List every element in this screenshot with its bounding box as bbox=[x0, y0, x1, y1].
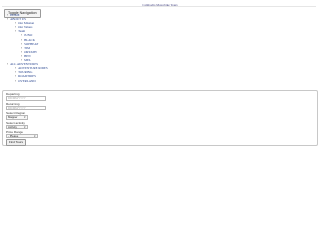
region-select-value: Mapper bbox=[8, 115, 18, 119]
main-menu: HOME ABOUT US Our Mission Our Values Tea… bbox=[7, 13, 48, 83]
price-range-select-value: - Please bbox=[8, 133, 19, 138]
activity-select-value: Activity bbox=[8, 124, 17, 129]
menu-item-overland[interactable]: OVERLAND bbox=[15, 79, 48, 83]
returning-date-input[interactable]: DD/MM/YYYY bbox=[6, 105, 46, 111]
activity-select[interactable]: Activity ▼ bbox=[6, 124, 28, 130]
navbar: Toggle Navigation bbox=[2, 6, 316, 18]
price-range-select[interactable]: - Please ▼ bbox=[6, 133, 38, 139]
tour-search-form: Departing DD/MM/YYYY Returning DD/MM/YYY… bbox=[2, 90, 318, 146]
chevron-down-icon: ▼ bbox=[23, 116, 26, 119]
chevron-down-icon: ▼ bbox=[33, 134, 36, 138]
chevron-down-icon: ▼ bbox=[23, 125, 26, 129]
region-select[interactable]: Mapper ▼ bbox=[6, 115, 28, 120]
departing-date-input[interactable]: DD/MM/YYYY bbox=[6, 96, 46, 101]
find-tours-button[interactable]: Find Tours bbox=[6, 139, 26, 146]
